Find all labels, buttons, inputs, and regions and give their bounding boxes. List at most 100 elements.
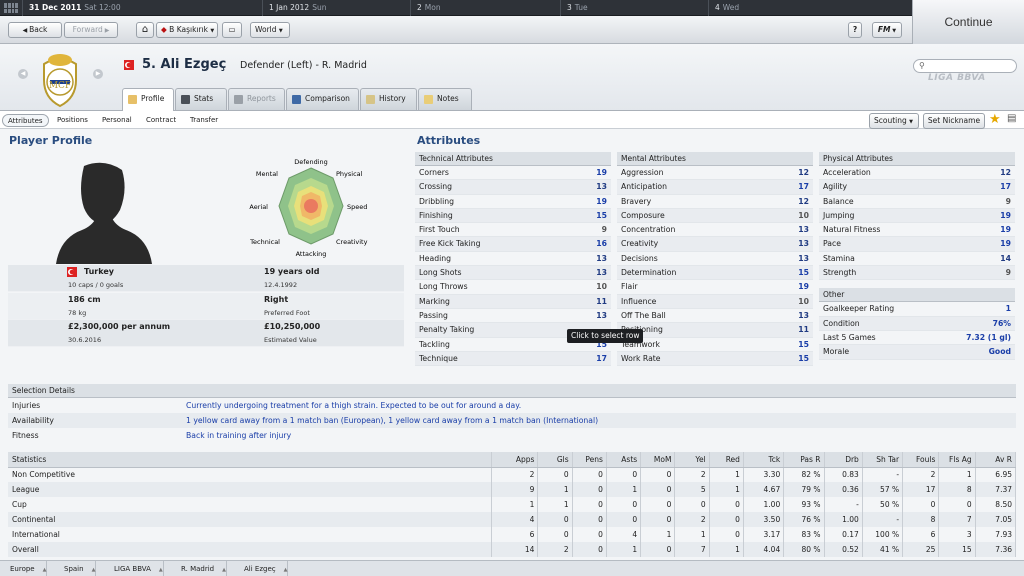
attribute-row[interactable]: Positioning11 xyxy=(617,323,813,338)
help-button[interactable]: ? xyxy=(848,22,862,38)
attribute-row[interactable]: Jumping 19 xyxy=(819,208,1015,224)
world-menu-button[interactable]: World ▼ xyxy=(250,22,290,38)
column-header[interactable]: Drb xyxy=(824,452,863,468)
attribute-row[interactable]: Long Throws 10 xyxy=(415,280,611,295)
attribute-row[interactable]: Stamina 14 xyxy=(819,252,1015,267)
attribute-row[interactable]: Bravery 12 xyxy=(617,195,813,209)
club-menu-button[interactable]: ◆ B Kaşıkırık ▼ xyxy=(156,22,218,38)
attribute-row[interactable]: Last 5 Games 7.32 (1 gl) xyxy=(819,331,1015,346)
attribute-row[interactable]: First Touch 9 xyxy=(415,223,611,238)
attribute-row[interactable]: Decisions 13 xyxy=(617,252,813,267)
attribute-row[interactable]: Off The Ball 13 xyxy=(617,309,813,324)
forward-button[interactable]: Forward ▶ xyxy=(64,22,118,38)
fm-menu-button[interactable]: FM ▼ xyxy=(872,22,902,38)
attribute-row[interactable]: Anticipation 17 xyxy=(617,180,813,195)
column-header[interactable]: Asts xyxy=(606,452,642,468)
column-header[interactable]: Tck xyxy=(743,452,785,468)
attribute-row[interactable]: Marking 11 xyxy=(415,294,611,309)
calendar-day[interactable]: 3 Tue xyxy=(560,0,708,16)
attribute-row[interactable]: Agility 17 xyxy=(819,180,1015,195)
search-input[interactable]: ⚲ xyxy=(913,59,1017,73)
scouting-button[interactable]: Scouting ▼ xyxy=(869,113,919,129)
calendar-day[interactable]: 2 Mon xyxy=(410,0,560,16)
breadcrumb-spain[interactable]: Spain xyxy=(58,561,97,576)
attribute-row[interactable]: Heading 13 xyxy=(415,252,611,267)
attribute-row[interactable]: Goalkeeper Rating 1 xyxy=(819,302,1015,317)
star-icon[interactable]: ★ xyxy=(989,112,1001,127)
attribute-row[interactable]: Influence 10 xyxy=(617,294,813,309)
selection-row-fitness[interactable]: Fitness Back in training after injury xyxy=(8,428,1016,443)
subtab-attributes[interactable]: Attributes xyxy=(2,114,49,127)
attribute-row[interactable]: Pace 19 xyxy=(819,237,1015,252)
column-header[interactable]: Statistics xyxy=(8,452,493,468)
column-header[interactable]: Sh Tar xyxy=(862,452,904,468)
breadcrumb-europe[interactable]: Europe xyxy=(4,561,48,576)
attribute-row[interactable]: Creativity 13 xyxy=(617,237,813,252)
column-header[interactable]: Fouls xyxy=(902,452,940,468)
breadcrumb-player[interactable]: Ali Ezgeç xyxy=(238,561,289,576)
column-header[interactable]: Gls xyxy=(537,452,573,468)
table-row[interactable]: Overall 14 2 0 1 0 7 1 4.04 80 % 0.52 41 % 25 15 7.36 xyxy=(8,542,1017,557)
attribute-row[interactable]: Passing 13 xyxy=(415,309,611,324)
attribute-row[interactable]: Free Kick Taking 16 xyxy=(415,237,611,252)
set-nickname-button[interactable]: Set Nickname xyxy=(923,113,985,129)
table-row[interactable]: International 6 0 0 4 1 1 0 3.17 83 % 0.17 100 % 6 3 7… xyxy=(8,527,1017,542)
selection-row-injuries[interactable]: Injuries Currently undergoing treatment f… xyxy=(8,398,1016,413)
attribute-row[interactable]: Long Shots 13 xyxy=(415,266,611,281)
grid-menu-icon[interactable] xyxy=(4,3,18,13)
attribute-row[interactable]: Composure 10 xyxy=(617,208,813,224)
column-header[interactable]: Apps xyxy=(491,452,539,468)
table-row[interactable]: League 9 1 0 1 0 5 1 4.67 79 % 0.36 57 % 17 8 7.37 xyxy=(8,482,1017,497)
attribute-row[interactable]: Balance 9 xyxy=(819,195,1015,209)
table-row[interactable]: Non Competitive 2 0 0 0 0 2 1 3.30 82 % 0.83-2 1 6.9… xyxy=(8,467,1017,482)
tab-stats[interactable]: Stats xyxy=(175,88,227,110)
tab-notes[interactable]: Notes xyxy=(418,88,472,110)
table-row[interactable]: Cup 1 1 0 0 0 0 0 1.00 93 % -50 % 0 0 8.50 xyxy=(8,497,1017,512)
attribute-row[interactable]: Determination 15 xyxy=(617,266,813,281)
column-header[interactable]: Red xyxy=(709,452,744,468)
breadcrumb-league[interactable]: LIGA BBVA xyxy=(108,561,164,576)
attribute-row[interactable]: Dribbling 19 xyxy=(415,195,611,209)
attribute-row[interactable]: Morale Good xyxy=(819,345,1015,360)
tab-reports[interactable]: Reports xyxy=(228,88,285,110)
add-note-icon[interactable]: ▤ xyxy=(1007,113,1016,124)
column-header[interactable]: Av R xyxy=(975,452,1017,468)
attribute-row[interactable]: Acceleration 12 xyxy=(819,166,1015,181)
next-player-button[interactable]: ▶ xyxy=(93,69,103,79)
selection-row-availability[interactable]: Availability 1 yellow card away from a 1 … xyxy=(8,413,1016,428)
column-header[interactable]: MoM xyxy=(640,452,676,468)
home-button[interactable]: ⌂ xyxy=(136,22,154,38)
inbox-button[interactable]: ▭ xyxy=(222,22,242,38)
column-header[interactable]: Pas R xyxy=(783,452,825,468)
calendar-day[interactable]: 4 Wed xyxy=(708,0,912,16)
tab-history[interactable]: History xyxy=(360,88,417,110)
attribute-row[interactable]: Teamwork 15 xyxy=(617,338,813,352)
subtab-contract[interactable]: Contract xyxy=(141,114,181,127)
attribute-row[interactable]: Aggression 12 xyxy=(617,166,813,181)
attribute-row[interactable]: Technique 17 xyxy=(415,351,611,367)
subtab-transfer[interactable]: Transfer xyxy=(185,114,223,127)
column-header[interactable]: Yel xyxy=(674,452,710,468)
subtab-personal[interactable]: Personal xyxy=(97,114,137,127)
attribute-row[interactable]: Crossing 13 xyxy=(415,180,611,195)
subtab-positions[interactable]: Positions xyxy=(52,114,93,127)
attribute-row[interactable]: Condition 76% xyxy=(819,316,1015,331)
back-button[interactable]: ◀ Back xyxy=(8,22,62,38)
table-row[interactable]: Continental 4 0 0 0 0 2 0 3.50 76 % 1.00-8 7 7.05 xyxy=(8,512,1017,527)
calendar-current-day[interactable]: 31 Dec 2011 Sat 12:00 xyxy=(22,0,260,16)
attribute-row[interactable]: Concentration 13 xyxy=(617,223,813,238)
attribute-row[interactable]: Flair 19 xyxy=(617,280,813,295)
attribute-row[interactable]: Corners 19 xyxy=(415,166,611,181)
attribute-row[interactable]: Strength 9 xyxy=(819,266,1015,281)
previous-player-button[interactable]: ◀ xyxy=(18,69,28,79)
column-header[interactable]: Fls Ag xyxy=(938,452,976,468)
tab-comparison[interactable]: Comparison xyxy=(286,88,359,110)
continue-button[interactable]: Continue xyxy=(912,0,1024,44)
attribute-row[interactable]: Finishing 15 xyxy=(415,208,611,224)
calendar-day[interactable]: 1 Jan 2012 Sun xyxy=(262,0,410,16)
breadcrumb-club[interactable]: R. Madrid xyxy=(175,561,227,576)
attribute-row[interactable]: Natural Fitness 19 xyxy=(819,223,1015,238)
attribute-row[interactable]: Work Rate 15 xyxy=(617,351,813,367)
tab-profile[interactable]: Profile xyxy=(122,88,174,111)
column-header[interactable]: Pens xyxy=(572,452,607,468)
